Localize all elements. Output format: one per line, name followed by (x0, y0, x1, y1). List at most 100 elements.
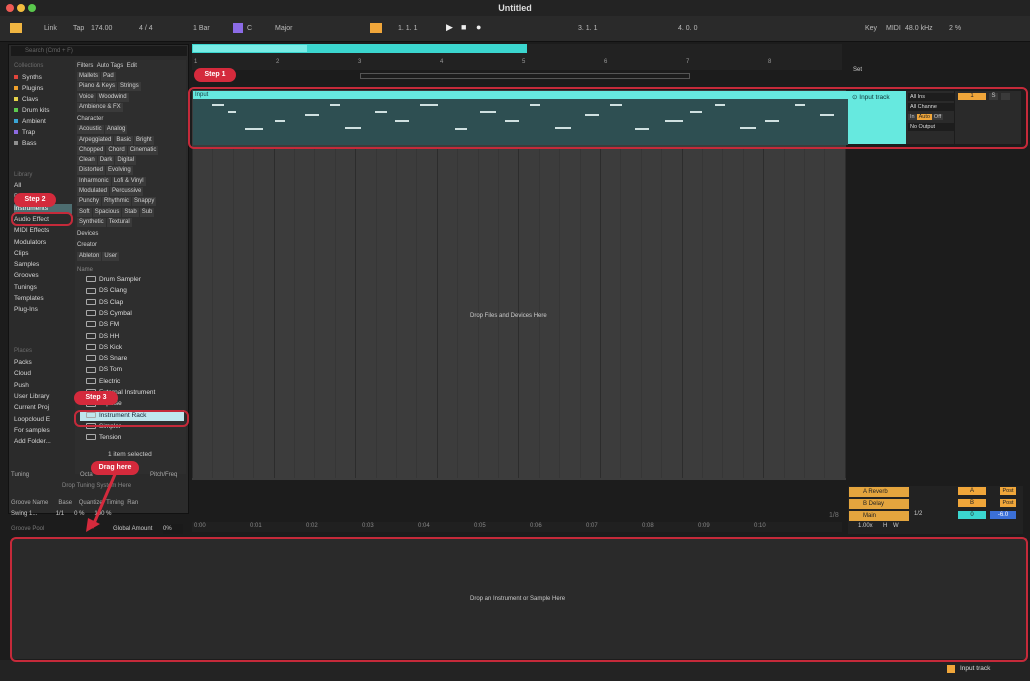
return-a-post-button[interactable]: Post (1000, 487, 1016, 495)
minimize-window-button[interactable] (17, 4, 25, 12)
tag-chip[interactable]: Synthetic (77, 217, 106, 227)
tag-chip[interactable]: Woodwind (96, 92, 129, 102)
library-item[interactable]: Tunings (14, 283, 72, 293)
record-icon[interactable]: ● (476, 22, 481, 32)
devices-header[interactable]: Devices (77, 229, 183, 239)
return-track-a[interactable]: A Reverb (849, 487, 909, 497)
w-button[interactable]: W (893, 523, 899, 529)
browser-list-item[interactable]: Electric (80, 376, 184, 387)
tag-chip[interactable]: Sub (139, 207, 155, 217)
tag-chip[interactable]: Distorted (77, 166, 106, 176)
character-header[interactable]: Character (77, 114, 183, 124)
follow-icon[interactable] (370, 23, 382, 33)
tag-chip[interactable]: Analog (104, 125, 128, 135)
filters-button[interactable]: Filters (77, 63, 93, 69)
library-item[interactable]: Clips (14, 249, 72, 259)
tag-chip[interactable]: Voice (77, 92, 96, 102)
key-root-select[interactable]: C (247, 25, 252, 32)
close-window-button[interactable] (6, 4, 14, 12)
loop-brace[interactable] (360, 73, 690, 79)
tag-chip[interactable]: Clean (77, 156, 97, 166)
library-item[interactable]: Samples (14, 260, 72, 270)
places-item[interactable]: Add Folder... (14, 437, 72, 447)
return-track-b[interactable]: B Delay (849, 499, 909, 509)
time-ruler[interactable] (192, 522, 842, 532)
places-item[interactable]: For samples (14, 426, 72, 436)
collection-item[interactable]: Bass (14, 139, 72, 149)
h-button[interactable]: H (883, 523, 887, 529)
main-track[interactable]: Main (849, 511, 909, 521)
main-volume-field[interactable]: -6.0 (990, 511, 1016, 519)
tag-chip[interactable]: Evolving (106, 166, 133, 176)
collection-item[interactable]: Trap (14, 128, 72, 138)
places-item[interactable]: Loopcloud E (14, 415, 72, 425)
collection-item[interactable]: Drum kits (14, 106, 72, 116)
tag-chip[interactable]: Lofi & Vinyl (111, 176, 146, 186)
tag-user[interactable]: User (102, 252, 120, 261)
tag-chip[interactable]: Pad (101, 72, 116, 81)
browser-list-item[interactable]: DS Clap (80, 297, 184, 308)
tag-chip[interactable]: Arpeggiated (77, 135, 114, 145)
view-toggle-icon[interactable] (10, 23, 22, 33)
library-item[interactable]: Plug-Ins (14, 305, 72, 315)
browser-search-input[interactable]: Search (Cmd + F) (11, 46, 187, 56)
loop-length-field[interactable]: 4. 0. 0 (678, 25, 697, 32)
tag-chip[interactable]: Soft (77, 207, 92, 217)
collection-item[interactable]: Ambient (14, 117, 72, 127)
link-button[interactable]: Link (44, 25, 57, 32)
scale-mode-icon[interactable] (233, 23, 243, 33)
tag-chip[interactable]: Strings (118, 82, 141, 92)
tag-chip[interactable]: Punchy (77, 197, 102, 207)
tag-chip[interactable]: Ambience & FX (77, 102, 123, 112)
scale-select[interactable]: Major (275, 25, 293, 32)
tag-chip[interactable]: Snappy (132, 197, 157, 207)
set-locator-button[interactable]: Set (853, 67, 862, 73)
tag-chip[interactable]: Dark (97, 156, 115, 166)
tag-chip[interactable]: Bright (134, 135, 154, 145)
quantization-select[interactable]: 1 Bar (193, 25, 210, 32)
library-item[interactable]: All (14, 181, 72, 191)
return-b-activator[interactable]: B (958, 499, 986, 507)
tag-chip[interactable]: Modulated (77, 187, 110, 196)
creator-header[interactable]: Creator (77, 240, 183, 250)
tag-chip[interactable]: Rhythmic (102, 197, 132, 207)
places-item[interactable]: Current Proj (14, 403, 72, 413)
collection-item[interactable]: Plugins (14, 84, 72, 94)
loop-start-field[interactable]: 3. 1. 1 (578, 25, 597, 32)
stop-icon[interactable]: ■ (461, 22, 466, 32)
browser-list-item[interactable]: DS FM (80, 319, 184, 330)
browser-list-item[interactable]: DS Kick (80, 342, 184, 353)
play-icon[interactable]: ▶ (446, 22, 453, 33)
zoom-window-button[interactable] (28, 4, 36, 12)
browser-list-item[interactable]: DS Snare (80, 353, 184, 364)
tag-ableton[interactable]: Ableton (77, 252, 102, 261)
collection-item[interactable]: Synths (14, 73, 72, 83)
tag-chip[interactable]: Cinematic (127, 145, 159, 155)
tag-chip[interactable]: Digital (115, 156, 137, 166)
auto-tags-button[interactable]: Auto Tags (97, 63, 124, 69)
tap-button[interactable]: Tap (73, 25, 84, 32)
tag-chip[interactable]: Inharmonic (77, 176, 111, 186)
library-item[interactable]: Templates (14, 294, 72, 304)
overview-visible-region[interactable] (193, 45, 307, 52)
library-item[interactable]: Grooves (14, 271, 72, 281)
tag-chip[interactable]: Chord (106, 145, 127, 155)
browser-list-item[interactable]: DS Clang (80, 285, 184, 296)
global-amount-field[interactable]: 0% (163, 524, 183, 534)
meter-field[interactable]: 4 / 4 (139, 25, 153, 32)
tag-chip[interactable]: Stab (122, 207, 139, 217)
tag-chip[interactable]: Mallets (77, 72, 101, 81)
edit-tags-button[interactable]: Edit (127, 63, 137, 69)
return-a-activator[interactable]: A (958, 487, 986, 495)
key-map-button[interactable]: Key (865, 25, 877, 32)
tag-chip[interactable]: Basic (114, 135, 134, 145)
places-item[interactable]: Packs (14, 358, 72, 368)
status-track-name[interactable]: Input track (960, 665, 990, 672)
tempo-nudge-field[interactable]: 1.00x (858, 523, 873, 529)
browser-list-item[interactable]: Tension (80, 432, 184, 443)
tag-chip[interactable]: Spacious (92, 207, 122, 217)
tag-chip[interactable]: Acoustic (77, 125, 104, 135)
browser-list-item[interactable]: DS Cymbal (80, 308, 184, 319)
tag-chip[interactable]: Piano & Keys (77, 82, 118, 92)
main-pan-field[interactable]: 0 (958, 511, 986, 519)
